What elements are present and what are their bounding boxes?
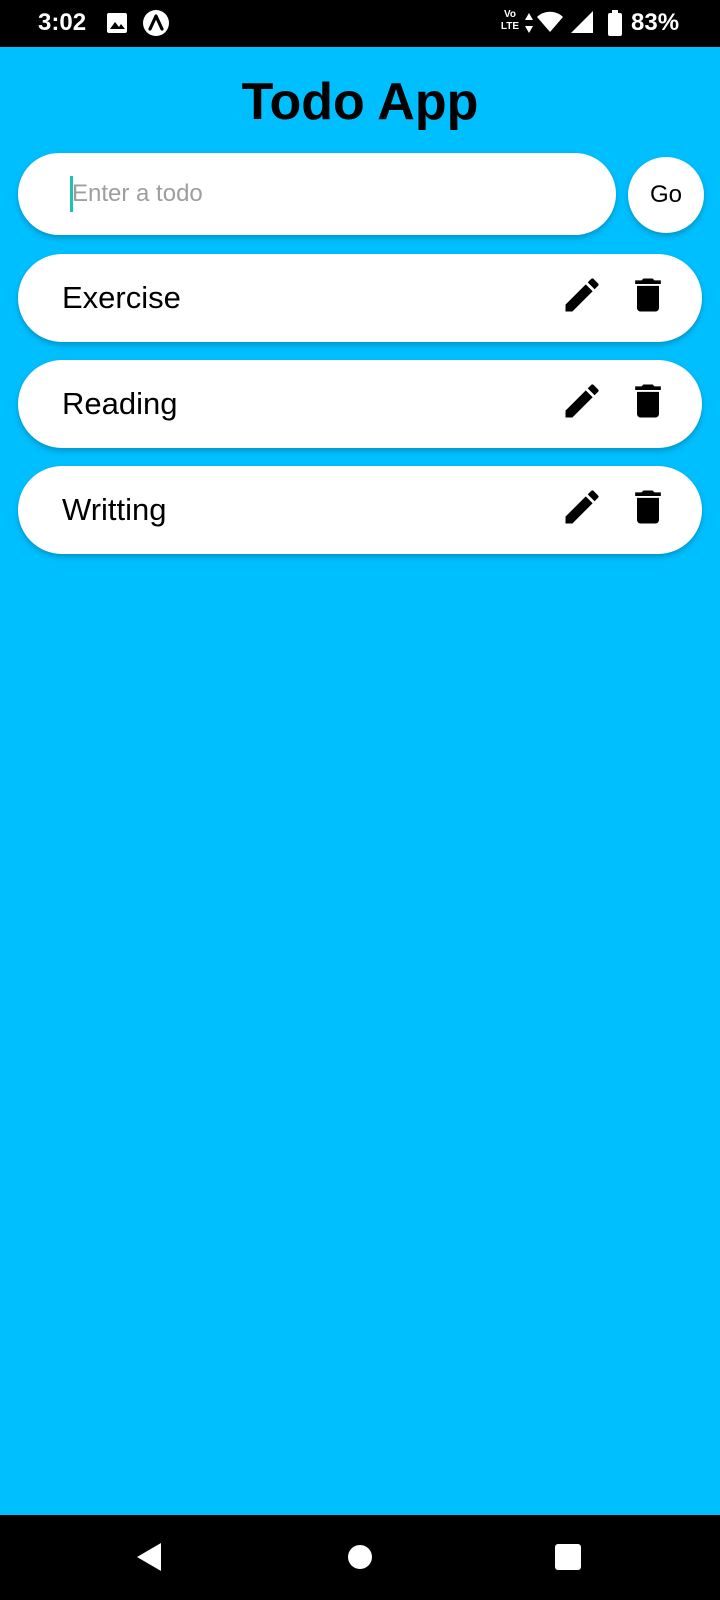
app-title: Todo App	[241, 73, 479, 131]
todo-input[interactable]	[52, 171, 612, 217]
recents-button[interactable]	[546, 1535, 590, 1579]
go-button[interactable]: Go	[628, 157, 704, 233]
app-notification-icon	[143, 10, 169, 36]
delete-icon	[635, 278, 661, 312]
todo-list: Exercise Reading Writting	[18, 254, 702, 572]
edit-button[interactable]	[560, 273, 604, 317]
todo-input-container	[18, 153, 616, 235]
battery-icon	[608, 10, 622, 36]
navigation-bar	[0, 1515, 720, 1600]
text-cursor	[70, 176, 73, 212]
status-time: 3:02	[38, 9, 87, 36]
todo-text: Exercise	[62, 280, 181, 315]
volte-label-bottom: LTE	[500, 21, 520, 32]
delete-button[interactable]	[626, 273, 670, 317]
data-arrows-icon	[525, 13, 533, 33]
todo-text: Reading	[62, 386, 178, 421]
edit-icon	[565, 278, 599, 312]
edit-button[interactable]	[560, 485, 604, 529]
back-icon	[137, 1543, 161, 1571]
wifi-icon	[537, 11, 563, 32]
edit-button[interactable]	[560, 379, 604, 423]
delete-icon	[635, 384, 661, 418]
delete-button[interactable]	[626, 379, 670, 423]
edit-icon	[565, 490, 599, 524]
signal-icon	[571, 11, 593, 33]
delete-button[interactable]	[626, 485, 670, 529]
battery-percent: 83%	[631, 9, 680, 36]
todo-item-reading: Reading	[18, 360, 702, 448]
recents-icon	[555, 1544, 581, 1570]
back-button[interactable]	[128, 1535, 172, 1579]
edit-icon	[565, 384, 599, 418]
todo-item-exercise: Exercise	[18, 254, 702, 342]
home-button[interactable]	[338, 1535, 382, 1579]
volte-indicator: Vo LTE	[497, 9, 523, 33]
delete-icon	[635, 490, 661, 524]
volte-label-top: Vo	[503, 9, 517, 20]
todo-item-writting: Writting	[18, 466, 702, 554]
home-icon	[348, 1545, 372, 1569]
status-bar: 3:02 Vo LTE 83%	[0, 0, 720, 47]
image-icon	[107, 13, 127, 33]
todo-text: Writting	[62, 492, 167, 527]
